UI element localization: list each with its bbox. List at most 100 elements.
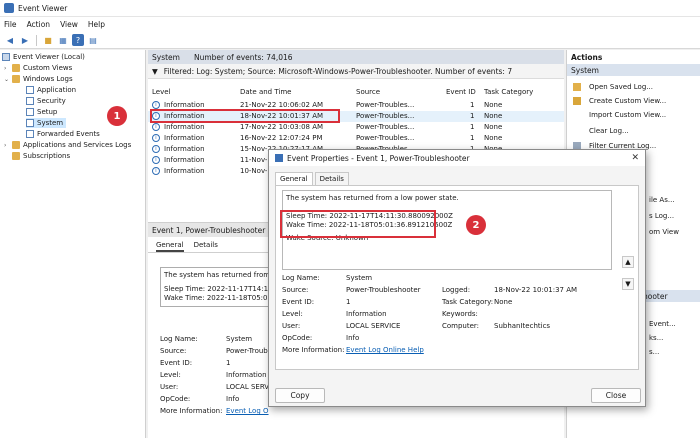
tab-details[interactable]: Details (194, 241, 218, 252)
tree-forwarded-events[interactable]: Forwarded Events (26, 129, 100, 139)
field-label: Source: (282, 286, 309, 294)
event-viewer-icon (275, 154, 283, 162)
window-title: Event Viewer (18, 3, 68, 13)
event-viewer-icon (4, 3, 14, 13)
field-value: Power-Troubleshooter (346, 286, 421, 294)
folder-icon (12, 64, 20, 72)
event-row[interactable]: i Information 16-Nov-22 12:07:24 PM Powe… (148, 133, 564, 144)
action-import-custom-view[interactable]: Import Custom View... (573, 109, 666, 120)
tree-setup[interactable]: Setup (26, 107, 57, 117)
col-date[interactable]: Date and Time (240, 88, 291, 96)
chevron-right-icon[interactable]: › (4, 142, 12, 149)
filter-icon (573, 96, 581, 105)
action-partial[interactable]: s... (649, 348, 659, 356)
computer-icon (2, 53, 10, 61)
tree-system[interactable]: System (26, 118, 66, 128)
info-icon: i (152, 167, 160, 175)
tree-root-label: Event Viewer (Local) (13, 53, 85, 61)
col-level[interactable]: Level (152, 88, 170, 96)
scroll-up-icon[interactable]: ▲ (622, 256, 634, 268)
field-value: 1 (346, 298, 351, 306)
event-log-online-help-link[interactable]: Event Log Online Help (346, 346, 424, 354)
action-clear-log[interactable]: Clear Log... (573, 125, 629, 136)
field-value: None (494, 298, 513, 306)
action-partial[interactable]: ks... (649, 334, 663, 342)
toolbar-divider (36, 34, 37, 46)
copy-button[interactable]: Copy (275, 388, 325, 403)
field-label: Keywords: (442, 310, 478, 318)
field-value: System (226, 335, 253, 343)
log-icon (26, 97, 34, 105)
close-button[interactable]: Close (591, 388, 641, 403)
tree-apps-services[interactable]: › Applications and Services Logs (4, 140, 131, 150)
tree-label: Forwarded Events (37, 130, 100, 138)
blank-icon (573, 111, 581, 119)
menu-help[interactable]: Help (88, 20, 105, 29)
field-label: More Information: (282, 346, 345, 354)
field-value: 18-Nov-22 10:01:37 AM (494, 286, 578, 294)
filter-bar: ▼ Filtered: Log: System; Source: Microso… (148, 64, 564, 79)
title-bar: Event Viewer (0, 0, 700, 17)
forward-icon[interactable]: ▶ (19, 34, 31, 46)
filter-text: Filtered: Log: System; Source: Microsoft… (163, 66, 513, 76)
info-icon: i (152, 145, 160, 153)
folder-icon (12, 141, 20, 149)
dialog-tab-details[interactable]: Details (314, 172, 349, 185)
log-icon (26, 130, 34, 138)
tree-windows-logs[interactable]: ⌄ Windows Logs (4, 74, 73, 84)
action-partial[interactable]: om View (649, 228, 679, 236)
menu-action[interactable]: Action (27, 20, 51, 29)
tab-general[interactable]: General (156, 241, 184, 252)
highlight-sleep-wake-times (280, 210, 436, 238)
action-open-saved-log[interactable]: Open Saved Log... (573, 81, 653, 92)
info-icon: i (152, 134, 160, 142)
dialog-tabs: General Details (275, 172, 349, 185)
help-icon[interactable]: ? (72, 34, 84, 46)
col-source[interactable]: Source (356, 88, 380, 96)
tree-subscriptions[interactable]: Subscriptions (12, 151, 70, 161)
folder-icon[interactable]: ■ (42, 34, 54, 46)
log-icon (26, 86, 34, 94)
col-task-category[interactable]: Task Category (484, 88, 533, 96)
action-partial[interactable]: ile As... (649, 196, 675, 204)
event-count: Number of events: 74,016 (193, 52, 293, 62)
field-value: Information (346, 310, 387, 318)
menu-bar: File Action View Help (0, 17, 700, 32)
field-label: Log Name: (160, 335, 198, 343)
tree-label: Application (37, 86, 77, 94)
grid-icon[interactable]: ▦ (57, 34, 69, 46)
tree-label: Applications and Services Logs (23, 141, 132, 149)
col-event-id[interactable]: Event ID (446, 88, 476, 96)
back-icon[interactable]: ◀ (4, 34, 16, 46)
filter-icon: ▼ (152, 66, 158, 76)
tree-label: Setup (37, 108, 58, 116)
action-create-custom-view[interactable]: Create Custom View... (573, 95, 666, 106)
tree-custom-views[interactable]: › Custom Views (4, 63, 72, 73)
tree-root[interactable]: Event Viewer (Local) (2, 52, 85, 62)
event-row[interactable]: i Information 17-Nov-22 10:03:08 AM Powe… (148, 122, 564, 133)
tree-security[interactable]: Security (26, 96, 66, 106)
field-label: Level: (160, 371, 181, 379)
field-label: OpCode: (282, 334, 313, 342)
log-icon (26, 119, 34, 127)
properties-icon[interactable]: ▤ (87, 34, 99, 46)
action-partial[interactable]: s Log... (649, 212, 674, 220)
scroll-down-icon[interactable]: ▼ (622, 278, 634, 290)
field-value: LOCAL SERVICE (346, 322, 401, 330)
close-icon[interactable]: ✕ (631, 153, 639, 163)
highlight-selected-row (150, 109, 340, 123)
menu-file[interactable]: File (4, 20, 17, 29)
field-label: Event ID: (160, 359, 193, 367)
dialog-tab-general[interactable]: General (275, 172, 313, 185)
event-log-online-help-link[interactable]: Event Log O (226, 407, 269, 415)
menu-view[interactable]: View (60, 20, 78, 29)
action-partial[interactable]: Event... (649, 320, 676, 328)
tree-label: Subscriptions (23, 152, 71, 160)
chevron-down-icon[interactable]: ⌄ (4, 76, 12, 83)
field-label: Logged: (442, 286, 471, 294)
chevron-right-icon[interactable]: › (4, 65, 12, 72)
field-value: Info (226, 395, 240, 403)
field-label: OpCode: (160, 395, 191, 403)
actions-section-system[interactable]: System (567, 64, 700, 76)
tree-application[interactable]: Application (26, 85, 76, 95)
